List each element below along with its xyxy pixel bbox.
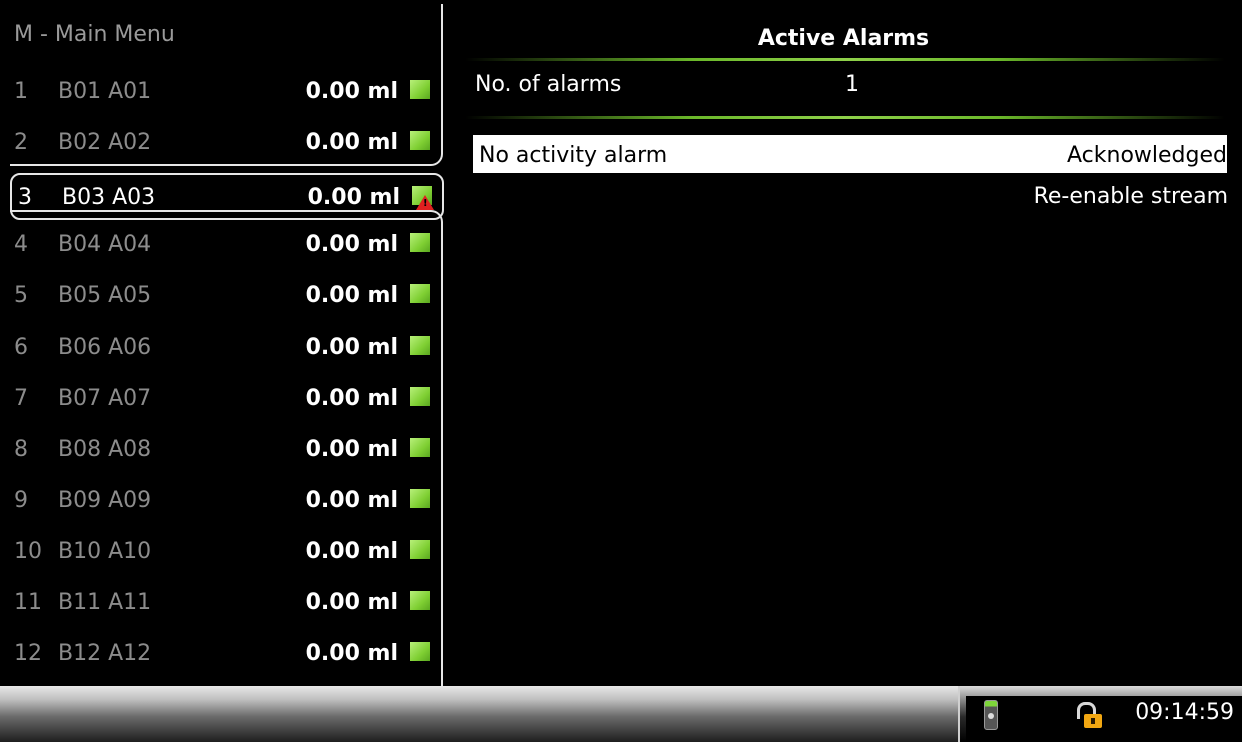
menu-item-volume: 0.00 ml — [305, 590, 398, 615]
menu-item-name: B07 A07 — [58, 385, 152, 411]
menu-item-7[interactable]: 7 B07 A07 0.00 ml — [6, 374, 442, 425]
status-bar: 09:14:59 — [0, 686, 1242, 742]
menu-item-1[interactable]: 1 B01 A01 0.00 ml — [6, 67, 442, 118]
menu-item-number: 7 — [14, 385, 28, 411]
menu-item-2[interactable]: 2 B02 A02 0.00 ml — [6, 118, 442, 169]
menu-item-name: B04 A04 — [58, 232, 152, 258]
lock-icon[interactable] — [1076, 702, 1104, 730]
menu-item-6[interactable]: 6 B06 A06 0.00 ml — [6, 323, 442, 374]
title-separator — [465, 58, 1225, 61]
status-tray-inner: 09:14:59 — [966, 696, 1242, 742]
menu-item-name: B01 A01 — [58, 79, 152, 104]
status-ok-icon — [410, 233, 430, 253]
menu-item-name: B03 A03 — [62, 185, 156, 211]
status-ok-icon — [410, 335, 430, 355]
alarm-count-label: No. of alarms — [475, 72, 622, 97]
alarms-title: Active Alarms — [757, 26, 930, 51]
menu-item-number: 1 — [14, 79, 28, 104]
clock: 09:14:59 — [1135, 700, 1234, 725]
re-enable-stream-action[interactable]: Re-enable stream — [1034, 184, 1228, 209]
menu-item-number: 3 — [18, 185, 32, 211]
menu-item-volume: 0.00 ml — [305, 641, 398, 667]
menu-item-name: B05 A05 — [58, 283, 152, 309]
menu-item-number: 2 — [14, 130, 28, 156]
alarm-warning-icon — [416, 195, 434, 211]
menu-item-number: 11 — [14, 590, 42, 615]
alarm-status: Acknowledged — [1067, 143, 1227, 168]
status-tray: 09:14:59 — [958, 686, 1242, 742]
menu-item-name: B12 A12 — [58, 641, 152, 667]
status-ok-icon — [410, 488, 430, 508]
menu-item-name: B11 A11 — [58, 590, 152, 615]
menu-item-name: B06 A06 — [58, 334, 152, 360]
menu-title: M - Main Menu — [14, 22, 175, 47]
status-ok-icon — [410, 80, 430, 99]
status-ok-icon — [410, 437, 430, 457]
status-ok-icon — [410, 539, 430, 559]
status-ok-icon — [410, 284, 430, 304]
menu-item-11[interactable]: 11 B11 A11 0.00 ml — [6, 578, 442, 629]
menu-item-volume: 0.00 ml — [305, 436, 398, 462]
menu-item-number: 9 — [14, 487, 28, 513]
menu-item-name: B02 A02 — [58, 130, 152, 156]
lock-body — [1084, 714, 1102, 728]
status-ok-icon — [410, 131, 430, 151]
menu-item-10[interactable]: 10 B10 A10 0.00 ml — [6, 527, 442, 578]
menu-item-name: B10 A10 — [58, 538, 152, 564]
menu-item-name: B08 A08 — [58, 436, 152, 462]
menu-item-8[interactable]: 8 B08 A08 0.00 ml — [6, 425, 442, 476]
menu-item-number: 5 — [14, 283, 28, 309]
menu-item-volume: 0.00 ml — [305, 487, 398, 513]
menu-item-volume: 0.00 ml — [305, 538, 398, 564]
menu-item-4[interactable]: 4 B04 A04 0.00 ml — [6, 220, 442, 271]
status-ok-icon — [410, 642, 430, 662]
menu-item-3[interactable]: 3 B03 A03 0.00 ml — [10, 173, 444, 221]
menu-item-number: 8 — [14, 436, 28, 462]
menu-item-volume: 0.00 ml — [307, 185, 400, 211]
menu-item-volume: 0.00 ml — [305, 79, 398, 104]
menu-item-name: B09 A09 — [58, 487, 152, 513]
device-icon[interactable] — [984, 700, 998, 730]
menu-item-volume: 0.00 ml — [305, 130, 398, 156]
count-separator — [465, 116, 1225, 119]
menu-item-volume: 0.00 ml — [305, 232, 398, 258]
menu-item-volume: 0.00 ml — [305, 385, 398, 411]
status-ok-icon — [410, 591, 430, 610]
menu-item-5[interactable]: 5 B05 A05 0.00 ml — [6, 271, 442, 322]
alarm-name: No activity alarm — [479, 143, 668, 168]
status-ok-icon — [410, 386, 430, 406]
menu-item-number: 6 — [14, 334, 28, 360]
menu-item-number: 10 — [14, 538, 42, 564]
menu-item-volume: 0.00 ml — [305, 334, 398, 360]
menu-item-number: 4 — [14, 232, 28, 258]
menu-item-number: 12 — [14, 641, 42, 667]
menu-item-9[interactable]: 9 B09 A09 0.00 ml — [6, 476, 442, 527]
active-alarms-panel: Active Alarms No. of alarms 1 No activit… — [445, 0, 1242, 686]
screen: M - Main Menu 1 B01 A01 0.00 ml 2 B02 A02 0.0… — [0, 0, 1242, 742]
menu-item-volume: 0.00 ml — [305, 283, 398, 309]
alarm-list-row[interactable]: No activity alarm Acknowledged — [473, 135, 1227, 173]
alarm-count-value: 1 — [845, 72, 859, 97]
main-menu-panel: M - Main Menu 1 B01 A01 0.00 ml 2 B02 A02 0.0… — [6, 4, 444, 688]
menu-item-12[interactable]: 12 B12 A12 0.00 ml — [6, 629, 442, 680]
